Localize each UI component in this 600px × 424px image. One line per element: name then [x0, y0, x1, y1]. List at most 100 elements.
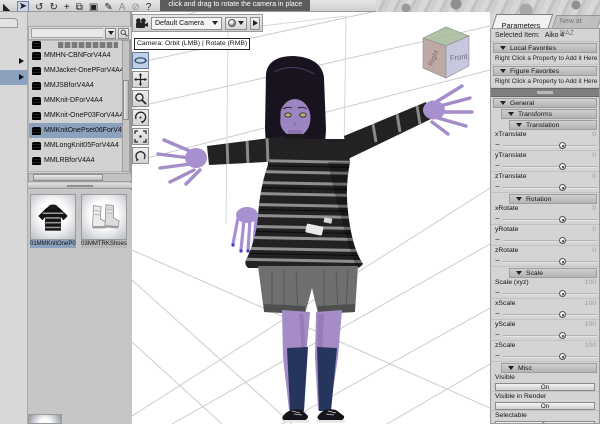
nudge-down-button[interactable]: −: [495, 289, 500, 297]
pen-tool-icon[interactable]: ✎: [104, 3, 112, 12]
preset-thumbnail-partial[interactable]: [28, 414, 62, 424]
parameters-panel: Parameters New at DAZ Selected Item: Aik…: [490, 0, 600, 424]
param-value: 0: [592, 152, 596, 159]
viewport-3d[interactable]: Default Camera Camera: Orbit (LMB) | Rot…: [132, 12, 490, 424]
preset-thumbnail[interactable]: 03MMTRKShoes: [81, 194, 127, 248]
nudge-down-button[interactable]: −: [495, 183, 500, 191]
param-slider[interactable]: [502, 162, 597, 170]
clothing-icon: [32, 156, 41, 165]
frame-tool-icon[interactable]: [132, 128, 149, 145]
clothing-icon: [32, 126, 41, 135]
list-vertical-scrollbar[interactable]: [122, 40, 130, 172]
param-slider[interactable]: [502, 289, 597, 297]
param-value: 0: [592, 247, 596, 254]
group-splitter[interactable]: [491, 88, 599, 97]
section-general[interactable]: General: [493, 98, 597, 108]
nudge-down-button[interactable]: −: [495, 352, 500, 360]
drawstyle-dropdown[interactable]: [225, 16, 248, 30]
camera-icon[interactable]: [135, 17, 148, 29]
param-value: 0: [592, 205, 596, 212]
param-scale-xyz: Scale (xyz) 100 −: [491, 278, 599, 299]
list-horizontal-scrollbar[interactable]: [28, 173, 132, 182]
orbit-tool-icon[interactable]: [132, 52, 149, 69]
param-xscale: xScale 100 −: [491, 299, 599, 320]
pan-tool-icon[interactable]: [132, 71, 149, 88]
toggle-button[interactable]: On: [495, 383, 595, 391]
zoom-tool-icon[interactable]: [132, 90, 149, 107]
param-slider[interactable]: [502, 310, 597, 318]
param-slider[interactable]: [502, 257, 597, 265]
param-slider[interactable]: [502, 141, 597, 149]
tab-new-at-daz[interactable]: New at DAZ: [551, 15, 600, 37]
sweater-thumbnail[interactable]: [30, 194, 76, 240]
move-tool-icon[interactable]: +: [64, 3, 70, 12]
section-transforms[interactable]: Transforms: [501, 109, 597, 119]
param-value: 100: [584, 321, 596, 328]
param-slider[interactable]: [502, 236, 597, 244]
filter-input[interactable]: [31, 28, 103, 38]
list-item-partial[interactable]: [29, 168, 123, 173]
param-xtranslate: xTranslate 0 −: [491, 130, 599, 151]
text-tool-icon[interactable]: A: [119, 3, 126, 12]
view-cube[interactable]: Front Right: [420, 24, 472, 82]
nudge-down-button[interactable]: −: [495, 331, 500, 339]
section-rotation[interactable]: Rotation: [509, 194, 597, 204]
search-icon[interactable]: [118, 27, 129, 39]
param-slider[interactable]: [502, 183, 597, 191]
list-item-partial[interactable]: [29, 41, 123, 49]
param-slider[interactable]: [502, 331, 597, 339]
shoes-thumbnail[interactable]: [81, 194, 127, 240]
param-slider[interactable]: [502, 352, 597, 360]
list-item[interactable]: MMLRBforV4A4: [29, 153, 123, 168]
list-item-selected[interactable]: MMKnitOnePset06ForV4: [29, 123, 123, 138]
list-item[interactable]: MMKnit-OneP03ForV4A4: [29, 108, 123, 123]
nudge-down-button[interactable]: −: [495, 162, 500, 170]
help-icon[interactable]: ?: [146, 3, 152, 12]
param-slider[interactable]: [502, 215, 597, 223]
preset-thumbnail[interactable]: 01MMKnitOneP06: [30, 194, 76, 248]
nudge-down-button[interactable]: −: [495, 236, 500, 244]
content-tree-strip: [0, 12, 28, 424]
section-translation[interactable]: Translation: [509, 120, 597, 130]
param-value: 0: [592, 173, 596, 180]
rotate-cw-icon[interactable]: ↻: [49, 3, 57, 12]
tree-expander-icon[interactable]: [19, 74, 24, 80]
aim-tool-icon[interactable]: [132, 147, 149, 164]
viewport-options-button[interactable]: [250, 16, 261, 30]
panel-resize-grip[interactable]: [490, 210, 491, 236]
section-scale[interactable]: Scale: [509, 268, 597, 278]
clothing-icon: [32, 66, 41, 75]
section-misc[interactable]: Misc: [501, 363, 597, 373]
tree-tab[interactable]: [0, 18, 18, 28]
render-icon[interactable]: ◣: [3, 3, 11, 12]
chevron-down-icon: [238, 21, 245, 25]
nudge-down-button[interactable]: −: [495, 141, 500, 149]
param-value: 100: [584, 342, 596, 349]
tree-expander-icon[interactable]: [19, 58, 24, 64]
panel-splitter[interactable]: [28, 183, 132, 189]
node-tool-icon[interactable]: ▣: [89, 3, 98, 12]
filter-dropdown-button[interactable]: [105, 27, 116, 39]
chevron-down-icon: [212, 21, 219, 25]
list-item[interactable]: MMKnit-DForV4A4: [29, 93, 123, 108]
nudge-down-button[interactable]: −: [495, 310, 500, 318]
figure-aiko4: [156, 56, 474, 423]
camera-selector-dropdown[interactable]: Default Camera: [151, 16, 223, 30]
toggle-button[interactable]: On: [495, 402, 595, 410]
tab-parameters[interactable]: Parameters: [491, 14, 554, 30]
section-local-favorites[interactable]: Local Favorites: [493, 43, 597, 53]
list-item[interactable]: MMJacket-OnePForV4A4: [29, 63, 123, 78]
clothing-icon: [32, 172, 41, 173]
select-cursor-icon[interactable]: ➤: [16, 1, 30, 11]
thumbnail-label: 01MMKnitOneP06: [30, 240, 76, 248]
list-item[interactable]: MMLongKnit05ForV4A4: [29, 138, 123, 153]
rotate-ccw-icon[interactable]: ↺: [35, 3, 43, 12]
list-item[interactable]: MMHN-CBNForV4A4: [29, 48, 123, 63]
frame-tool-icon[interactable]: ⧉: [76, 3, 83, 12]
nudge-down-button[interactable]: −: [495, 257, 500, 265]
shaded-sphere-icon: [228, 19, 237, 27]
section-figure-favorites[interactable]: Figure Favorites: [493, 66, 597, 76]
rotate-tool-icon[interactable]: [132, 109, 149, 126]
nudge-down-button[interactable]: −: [495, 215, 500, 223]
list-item[interactable]: MMJSBforV4A4: [29, 78, 123, 93]
